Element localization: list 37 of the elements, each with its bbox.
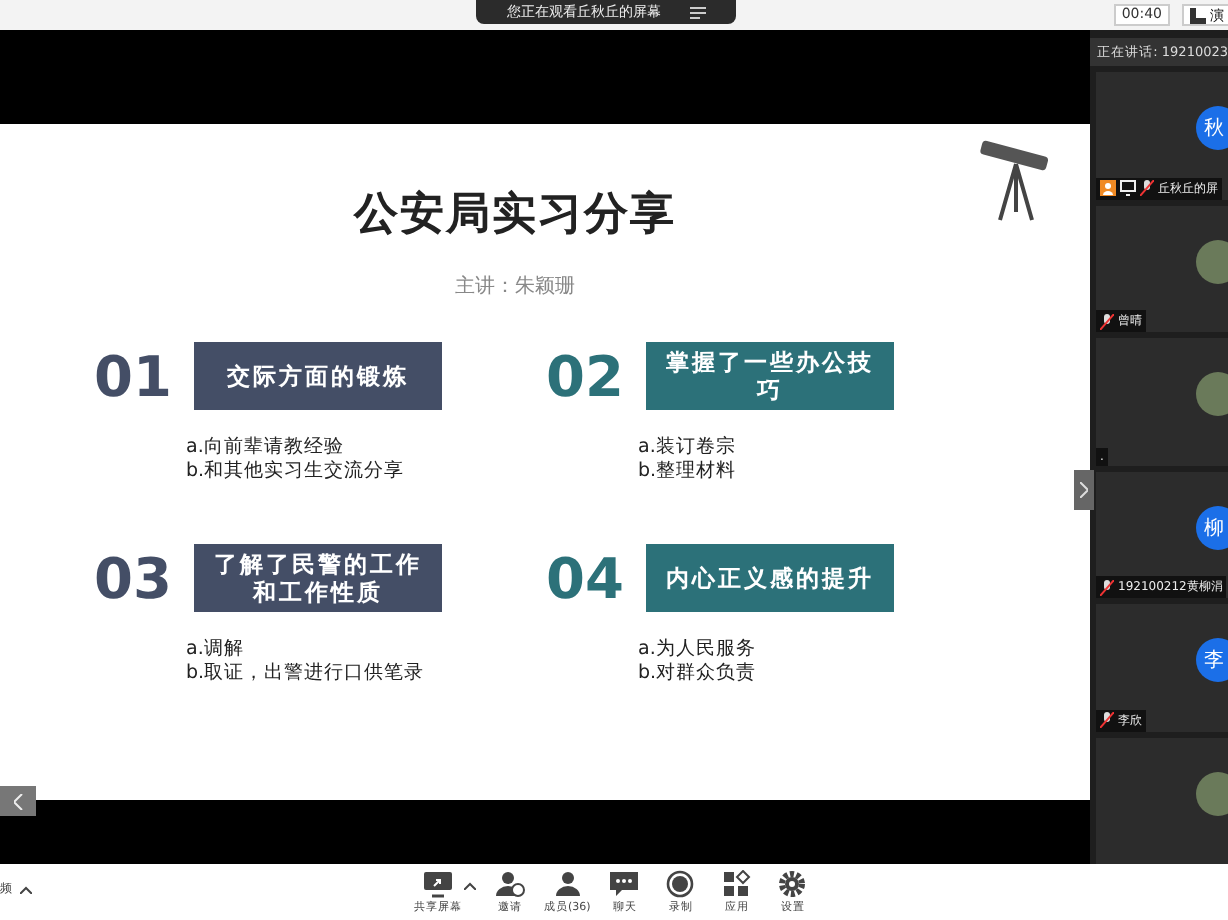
avatar: 秋 [1196, 106, 1228, 151]
bullet-point: a.装订卷宗 [638, 436, 738, 460]
avatar-photo [1196, 239, 1228, 284]
presenter-name: 主讲：朱颖珊 [453, 273, 577, 300]
section-heading: 了解了民警的工作和工作性质 [194, 544, 442, 612]
list-icon[interactable] [689, 5, 705, 19]
section-heading: 掌握了一些办公技巧 [646, 342, 894, 410]
add-person-icon [494, 870, 526, 898]
bullet-point: a.调解 [186, 638, 246, 662]
bullet-point: a.为人民服务 [638, 638, 758, 662]
person-icon [551, 870, 584, 898]
layout-icon [1190, 7, 1206, 23]
section-heading: 内心正义感的提升 [646, 544, 894, 612]
collapse-panel-button[interactable] [1074, 470, 1094, 510]
bullet-point: b.对群众负责 [638, 662, 759, 686]
apps-icon [720, 870, 753, 898]
record-icon [664, 870, 697, 898]
caret-icon[interactable] [20, 885, 32, 893]
bullet-point: b.取证，出警进行口供笔录 [186, 662, 427, 686]
avatar-photo [1196, 372, 1228, 417]
previous-page-button[interactable] [0, 786, 36, 816]
avatar-photo [1196, 771, 1228, 816]
avatar: 柳 [1196, 505, 1228, 550]
slide-title: 公安局实习分享 [351, 187, 678, 244]
section-number: 02 [546, 343, 614, 409]
avatar: 李 [1196, 638, 1228, 683]
caret-icon[interactable] [464, 882, 476, 890]
bullet-point: b.整理材料 [638, 460, 739, 484]
settings-icon [776, 870, 809, 898]
chevron-left-icon [13, 793, 23, 809]
chat-icon [608, 870, 641, 898]
section-heading: 交际方面的锻炼 [194, 342, 442, 410]
participant-tile[interactable] [1096, 737, 1228, 864]
bullet-point: a.向前辈请教经验 [186, 436, 346, 460]
bullet-point: b.和其他实习生交流分享 [186, 460, 407, 484]
chevron-right-icon [1080, 482, 1088, 498]
screen-share-icon [422, 870, 454, 898]
